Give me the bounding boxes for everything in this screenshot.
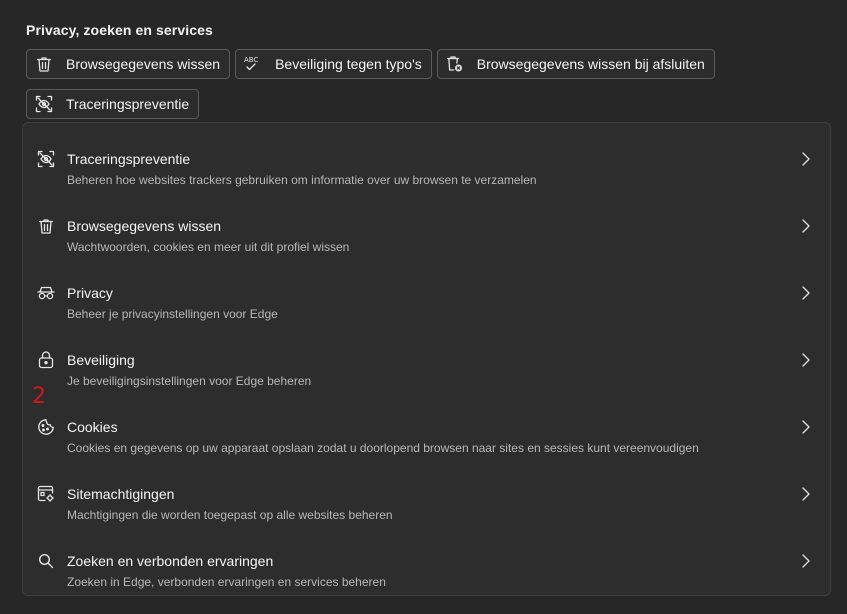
chip-clear-on-close[interactable]: Browsegegevens wissen bij afsluiten <box>436 49 715 79</box>
chevron-right-icon <box>802 286 810 300</box>
chip-clear-browsing-data[interactable]: Browsegegevens wissen <box>26 49 231 79</box>
chevron-right-icon <box>802 219 810 233</box>
chip-label: Beveiliging tegen typo's <box>275 56 422 72</box>
trash-close-icon <box>446 55 464 73</box>
incognito-glasses-icon <box>36 283 56 303</box>
chevron-right-icon <box>802 554 810 568</box>
spellcheck-abc-icon: ABC <box>244 55 262 73</box>
list-item-title: Zoeken en verbonden ervaringen <box>67 553 274 569</box>
list-item-site-permissions[interactable]: Sitemachtigingen Machtigingen die worden… <box>23 466 830 533</box>
tracking-prevention-icon <box>36 149 56 169</box>
list-item-cookies[interactable]: Cookies Cookies en gegevens op uw appara… <box>23 399 830 466</box>
settings-page: Privacy, zoeken en services Browsegegeve… <box>0 0 847 614</box>
list-item-privacy[interactable]: Privacy Beheer je privacyinstellingen vo… <box>23 265 830 332</box>
list-item-subtitle: Wachtwoorden, cookies en meer uit dit pr… <box>67 240 350 254</box>
chevron-right-icon <box>802 353 810 367</box>
list-item-clear-browsing-data[interactable]: Browsegegevens wissen Wachtwoorden, cook… <box>23 198 830 265</box>
search-icon <box>36 551 56 571</box>
list-item-subtitle: Beheer je privacyinstellingen voor Edge <box>67 307 278 321</box>
list-item-security[interactable]: Beveiliging Je beveiligingsinstellingen … <box>23 332 830 399</box>
list-item-subtitle: Zoeken in Edge, verbonden ervaringen en … <box>67 575 386 589</box>
lock-icon <box>36 350 56 370</box>
svg-text:ABC: ABC <box>244 56 258 64</box>
chip-label: Traceringspreventie <box>66 96 190 112</box>
site-permissions-icon <box>36 484 56 504</box>
cookie-icon <box>36 417 56 437</box>
list-item-subtitle: Beheren hoe websites trackers gebruiken … <box>67 173 537 187</box>
list-item-title: Browsegegevens wissen <box>67 218 222 234</box>
list-item-subtitle: Cookies en gegevens op uw apparaat opsla… <box>67 441 699 455</box>
chip-label: Browsegegevens wissen bij afsluiten <box>476 56 705 72</box>
list-item-tracking-prevention[interactable]: Traceringspreventie Beheren hoe websites… <box>23 131 830 198</box>
settings-list-card: Traceringspreventie Beheren hoe websites… <box>22 122 831 596</box>
quick-links-row-2: Traceringspreventie <box>26 89 200 119</box>
list-item-title: Sitemachtigingen <box>67 486 175 502</box>
trash-icon <box>36 216 56 236</box>
list-item-title: Privacy <box>67 285 113 301</box>
chip-label: Browsegegevens wissen <box>66 56 221 72</box>
list-item-title: Traceringspreventie <box>67 151 191 167</box>
chip-tracking-prevention[interactable]: Traceringspreventie <box>26 89 200 119</box>
list-item-search-connected[interactable]: Zoeken en verbonden ervaringen Zoeken in… <box>23 533 830 600</box>
tracking-prevention-icon <box>35 95 53 113</box>
list-item-subtitle: Je beveiligingsinstellingen voor Edge be… <box>67 374 312 388</box>
list-item-subtitle: Machtigingen die worden toegepast op all… <box>67 508 393 522</box>
chevron-right-icon <box>802 420 810 434</box>
list-item-title: Beveiliging <box>67 352 135 368</box>
list-item-title: Cookies <box>67 419 118 435</box>
chip-typo-protection[interactable]: ABC Beveiliging tegen typo's <box>235 49 432 79</box>
quick-links-row: Browsegegevens wissen ABC Beveiliging te… <box>26 49 715 79</box>
section-title: Privacy, zoeken en services <box>26 22 213 38</box>
chevron-right-icon <box>802 152 810 166</box>
chevron-right-icon <box>802 487 810 501</box>
trash-icon <box>35 55 53 73</box>
annotation-marker: 2 <box>32 384 46 409</box>
